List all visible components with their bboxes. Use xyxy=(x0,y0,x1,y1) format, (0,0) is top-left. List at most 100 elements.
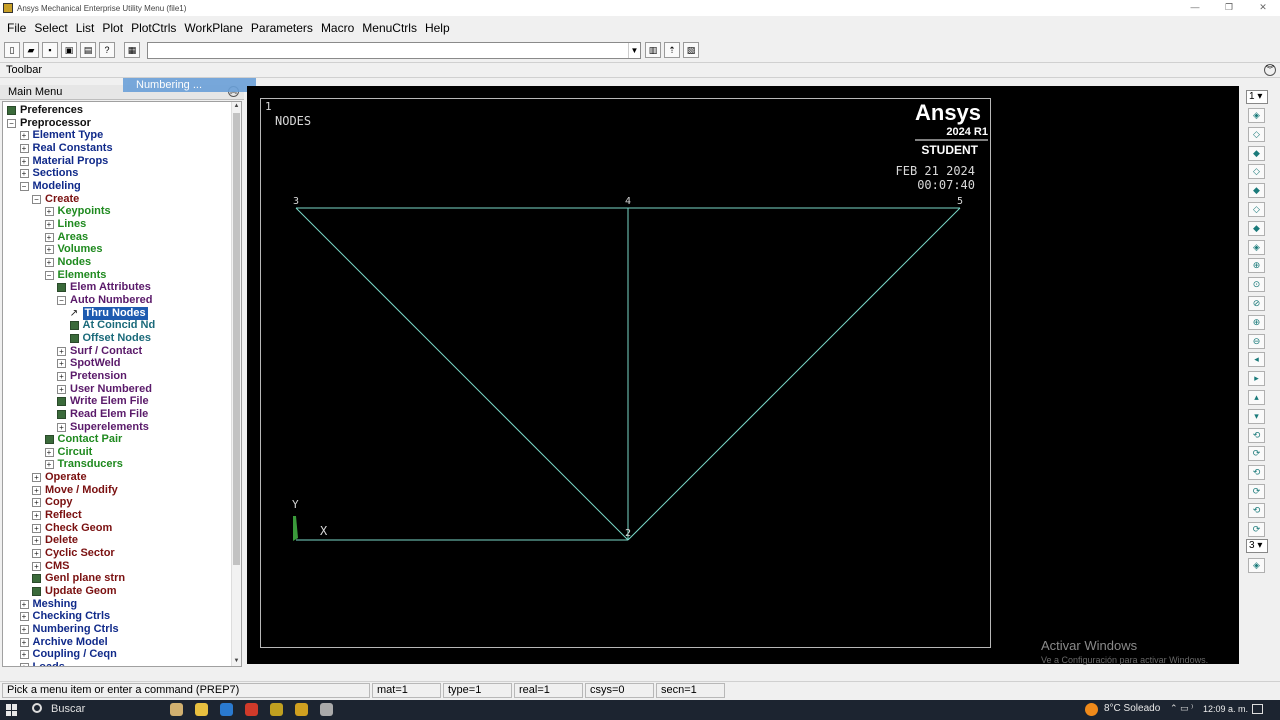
taskbar-clock[interactable]: 12:09 a. m. xyxy=(1203,704,1248,714)
expand-icon[interactable]: + xyxy=(32,485,41,495)
expand-icon[interactable]: + xyxy=(19,612,29,622)
rotate-z-neg-icon[interactable]: ⟳ xyxy=(1248,521,1265,537)
tree-item-preprocessor[interactable]: − Preprocessor xyxy=(7,117,91,130)
expand-icon[interactable]: + xyxy=(19,637,29,647)
tree-item-user-numbered[interactable]: + User Numbered xyxy=(57,383,152,396)
expand-icon[interactable]: + xyxy=(44,207,54,217)
pan-left-icon[interactable]: ◂ xyxy=(1248,352,1265,368)
expand-icon[interactable]: + xyxy=(57,371,66,381)
expand-icon[interactable]: + xyxy=(44,257,54,267)
expand-icon[interactable]: + xyxy=(19,131,29,141)
expand-icon[interactable]: + xyxy=(44,460,54,470)
collapse-icon[interactable]: − xyxy=(7,118,16,128)
taskbar-app-3[interactable] xyxy=(220,703,233,716)
menu-list[interactable]: List xyxy=(76,21,95,35)
save-as-icon[interactable]: ▣ xyxy=(61,42,77,58)
expand-icon[interactable]: + xyxy=(32,511,41,521)
scroll-down-icon[interactable]: ▼ xyxy=(232,657,241,666)
rotate-z-icon[interactable]: ⟲ xyxy=(1248,502,1265,518)
graphics-canvas[interactable]: 1 NODES Ansys 2024 R1 STUDENT FEB 21 202… xyxy=(247,86,1239,664)
taskbar-app-1[interactable] xyxy=(170,703,183,716)
tree-item-thru-nodes[interactable]: ↗ Thru Nodes xyxy=(70,306,148,320)
dialog-icon[interactable] xyxy=(32,574,41,584)
bottom-view-icon[interactable]: ◆ xyxy=(1248,183,1265,199)
collapse-icon[interactable]: − xyxy=(19,181,29,191)
dialog-icon[interactable] xyxy=(57,283,66,293)
dialog-icon[interactable] xyxy=(69,333,79,343)
tree-item-copy[interactable]: + Copy xyxy=(32,496,73,509)
tree-item-material-props[interactable]: + Material Props xyxy=(19,155,108,168)
tree-item-auto-numbered[interactable]: − Auto Numbered xyxy=(57,294,153,307)
chevron-down-icon[interactable]: ▼ xyxy=(628,42,640,58)
scrollbar-thumb[interactable] xyxy=(233,113,240,565)
save-icon[interactable]: ▪ xyxy=(42,42,58,58)
restore-button[interactable]: ❐ xyxy=(1212,0,1246,14)
expand-icon[interactable]: + xyxy=(19,650,29,660)
tree-item-sections[interactable]: + Sections xyxy=(19,167,78,180)
minimize-button[interactable]: — xyxy=(1178,0,1212,14)
tree-item-preferences[interactable]: Preferences xyxy=(7,104,83,117)
expand-icon[interactable]: + xyxy=(32,536,41,546)
iso-view-icon[interactable]: ◈ xyxy=(1248,108,1265,123)
print-icon[interactable]: ▤ xyxy=(80,42,96,58)
taskbar-app-4[interactable] xyxy=(245,703,258,716)
tree-item-real-constants[interactable]: + Real Constants xyxy=(19,142,113,155)
menu-workplane[interactable]: WorkPlane xyxy=(184,21,242,35)
expand-icon[interactable]: + xyxy=(44,447,54,457)
reset-picking-icon[interactable]: ⇡ xyxy=(664,42,680,58)
system-tray[interactable]: ⌃ ▭ ⁾ xyxy=(1170,703,1193,714)
tree-item-checking-ctrls[interactable]: + Checking Ctrls xyxy=(19,610,110,623)
tree-item-genl-plane-strn[interactable]: Genl plane strn xyxy=(32,572,125,585)
tree-item-numbering-ctrls[interactable]: + Numbering Ctrls xyxy=(19,623,119,636)
menu-macro[interactable]: Macro xyxy=(321,21,354,35)
dialog-icon[interactable] xyxy=(44,435,54,445)
command-input[interactable]: ▼ xyxy=(147,41,641,59)
menu-plot[interactable]: Plot xyxy=(102,21,123,35)
close-button[interactable]: ✕ xyxy=(1246,0,1280,14)
tree-item-pretension[interactable]: + Pretension xyxy=(57,370,127,383)
expand-icon[interactable]: + xyxy=(57,359,66,369)
weather-icon[interactable] xyxy=(1085,703,1098,716)
tree-item-surf-contact[interactable]: + Surf / Contact xyxy=(57,345,142,358)
dialog-icon[interactable] xyxy=(57,409,66,419)
back-view-icon[interactable]: ◇ xyxy=(1248,164,1265,180)
menu-menuctrls[interactable]: MenuCtrls xyxy=(362,21,417,35)
dynamic-mode-icon[interactable]: ◈ xyxy=(1248,558,1265,573)
expand-icon[interactable]: + xyxy=(32,498,41,508)
tree-item-volumes[interactable]: + Volumes xyxy=(44,243,103,256)
top-view-icon[interactable]: ◆ xyxy=(1248,145,1265,161)
zoom-in-icon[interactable]: ⊕ xyxy=(1248,314,1265,330)
raise-hidden-icon[interactable]: ▥ xyxy=(645,42,661,58)
expand-icon[interactable]: + xyxy=(57,346,66,356)
tree-item-check-geom[interactable]: + Check Geom xyxy=(32,522,112,535)
menu-help[interactable]: Help xyxy=(425,21,450,35)
expand-icon[interactable]: + xyxy=(44,219,54,229)
tree-item-archive-model[interactable]: + Archive Model xyxy=(19,636,108,649)
oblique-view-icon[interactable]: ◈ xyxy=(1248,239,1265,255)
tree-item-meshing[interactable]: + Meshing xyxy=(19,598,77,611)
collapse-icon[interactable]: − xyxy=(57,295,66,305)
dialog-icon[interactable] xyxy=(7,106,16,115)
menu-file[interactable]: File xyxy=(7,21,26,35)
dialog-icon[interactable] xyxy=(32,587,41,597)
taskbar-search[interactable]: Buscar xyxy=(51,703,85,715)
collapse-toolbar-icon[interactable]: ︾ xyxy=(1264,64,1276,76)
tree-item-spotweld[interactable]: + SpotWeld xyxy=(57,357,121,370)
pan-right-icon[interactable]: ▸ xyxy=(1248,371,1265,387)
tree-item-move-modify[interactable]: + Move / Modify xyxy=(32,484,118,497)
tree-scrollbar[interactable]: ▲ ▼ xyxy=(231,102,241,666)
windows-start-icon[interactable] xyxy=(6,704,18,716)
front-view-icon[interactable]: ◇ xyxy=(1248,126,1265,142)
zoom-icon[interactable]: ⊕ xyxy=(1248,258,1265,274)
tree-item-contact-pair[interactable]: Contact Pair xyxy=(44,433,122,446)
dialog-icon[interactable] xyxy=(57,397,66,407)
search-icon[interactable] xyxy=(32,703,42,713)
tree-item-create[interactable]: − Create xyxy=(32,193,79,206)
tree-item-coupling-ceqn[interactable]: + Coupling / Ceqn xyxy=(19,648,117,661)
tree-item-elem-attributes[interactable]: Elem Attributes xyxy=(57,281,151,294)
menu-parameters[interactable]: Parameters xyxy=(251,21,313,35)
expand-icon[interactable]: + xyxy=(44,232,54,242)
zoom-out-icon[interactable]: ⊖ xyxy=(1248,333,1265,349)
tree-item-modeling[interactable]: − Modeling xyxy=(19,180,81,193)
expand-icon[interactable]: + xyxy=(19,625,29,635)
